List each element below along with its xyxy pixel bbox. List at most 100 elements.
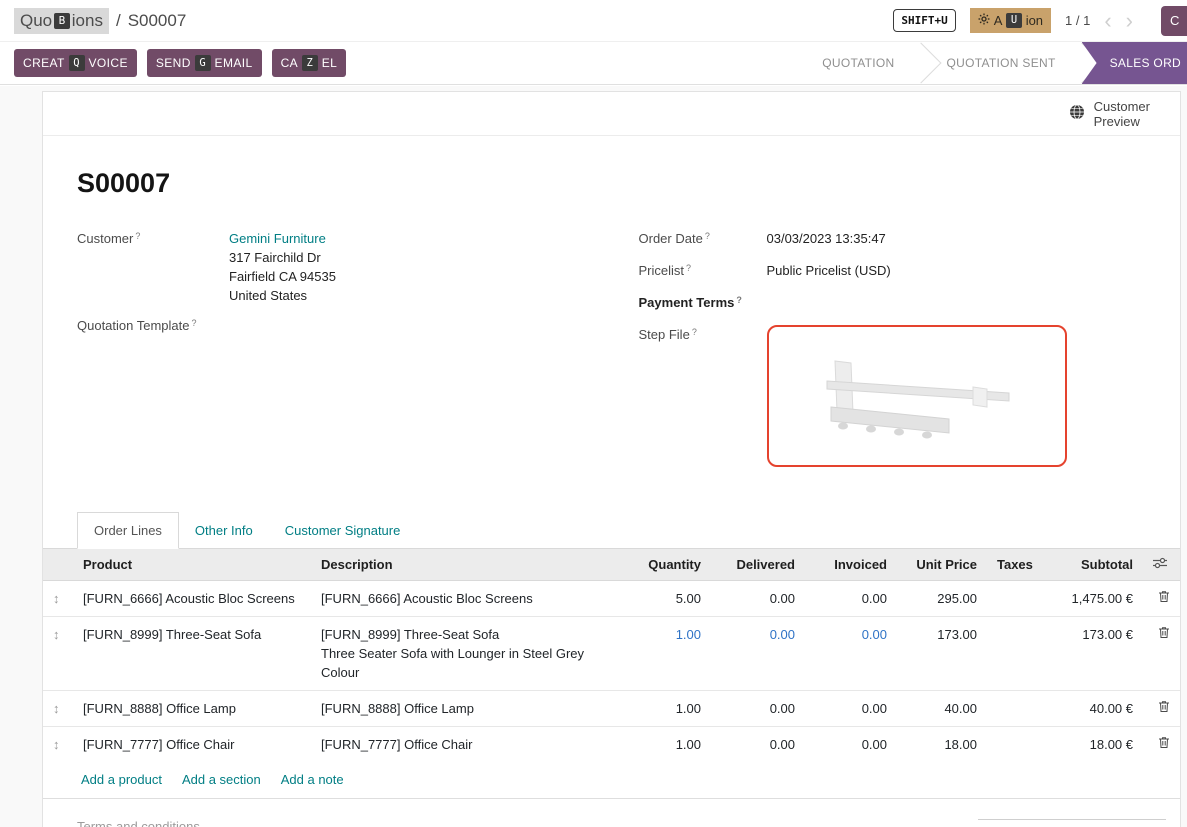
globe-icon bbox=[1069, 104, 1085, 123]
customer-link[interactable]: Gemini Furniture bbox=[229, 229, 336, 248]
cancel-button[interactable]: CA Z EL bbox=[272, 49, 347, 77]
customer-address-line: Fairfield CA 94535 bbox=[229, 267, 336, 286]
payment-terms-label: Payment Terms? bbox=[639, 293, 767, 314]
status-step-quotation[interactable]: QUOTATION bbox=[796, 42, 920, 84]
drag-handle-icon[interactable]: ↕ bbox=[53, 701, 60, 716]
cell-quantity[interactable]: 1.00 bbox=[623, 727, 711, 763]
delete-row-icon[interactable] bbox=[1158, 589, 1170, 608]
header-handle bbox=[43, 549, 73, 581]
fields-right-column: Order Date? 03/03/2023 13:35:47 Pricelis… bbox=[639, 229, 1145, 478]
help-marker: ? bbox=[135, 231, 140, 241]
cell-delivered[interactable]: 0.00 bbox=[711, 581, 805, 617]
breadcrumb-separator: / bbox=[116, 11, 121, 31]
create-invoice-button[interactable]: CREAT Q VOICE bbox=[14, 49, 137, 77]
cell-taxes[interactable] bbox=[987, 691, 1037, 727]
cell-invoiced[interactable]: 0.00 bbox=[805, 617, 897, 691]
customer-field-value: Gemini Furniture 317 Fairchild Dr Fairfi… bbox=[229, 229, 336, 305]
cell-quantity[interactable]: 1.00 bbox=[623, 691, 711, 727]
status-step-sales-order[interactable]: SALES ORD bbox=[1082, 42, 1187, 84]
button-label-part: EL bbox=[322, 56, 337, 70]
order-line-row: ↕ [FURN_8999] Three-Seat Sofa [FURN_8999… bbox=[43, 617, 1180, 691]
step-file-image[interactable] bbox=[767, 325, 1067, 467]
document-title: S00007 bbox=[77, 168, 1144, 199]
customer-preview-button[interactable]: Customer Preview bbox=[1069, 99, 1150, 129]
tab-other-info[interactable]: Other Info bbox=[179, 513, 269, 548]
header-taxes: Taxes bbox=[987, 549, 1037, 581]
cell-quantity[interactable]: 1.00 bbox=[623, 617, 711, 691]
step-file-field-row: Step File? bbox=[639, 325, 1145, 467]
terms-and-conditions-input[interactable]: Terms and conditions... bbox=[77, 819, 211, 827]
order-date-field-row: Order Date? 03/03/2023 13:35:47 bbox=[639, 229, 1145, 250]
cell-quantity[interactable]: 5.00 bbox=[623, 581, 711, 617]
order-line-row: ↕ [FURN_8888] Office Lamp [FURN_8888] Of… bbox=[43, 691, 1180, 727]
customer-field-label: Customer? bbox=[77, 229, 229, 250]
form-buttons: CREAT Q VOICE SEND G EMAIL CA Z EL bbox=[0, 42, 346, 84]
cell-product[interactable]: [FURN_7777] Office Chair bbox=[73, 727, 311, 763]
pricelist-field-row: Pricelist? Public Pricelist (USD) bbox=[639, 261, 1145, 282]
pager-prev-icon[interactable]: ‹ bbox=[1104, 10, 1111, 32]
drag-handle-icon[interactable]: ↕ bbox=[53, 737, 60, 752]
cell-description[interactable]: [FURN_6666] Acoustic Bloc Screens bbox=[311, 581, 623, 617]
action-menu-button[interactable]: A U ion bbox=[970, 8, 1051, 34]
delete-row-icon[interactable] bbox=[1158, 625, 1170, 644]
optional-columns-icon[interactable] bbox=[1153, 557, 1167, 572]
fields-left-column: Customer? Gemini Furniture 317 Fairchild… bbox=[77, 229, 583, 478]
add-a-section-link[interactable]: Add a section bbox=[182, 772, 261, 787]
cell-product[interactable]: [FURN_8888] Office Lamp bbox=[73, 691, 311, 727]
cell-invoiced[interactable]: 0.00 bbox=[805, 691, 897, 727]
cell-product[interactable]: [FURN_8999] Three-Seat Sofa bbox=[73, 617, 311, 691]
button-label-part: SEND bbox=[156, 56, 191, 70]
breadcrumb-current: S00007 bbox=[128, 11, 187, 31]
customer-preview-label: Customer Preview bbox=[1094, 99, 1150, 129]
button-label-part: CA bbox=[281, 56, 298, 70]
cell-delivered[interactable]: 0.00 bbox=[711, 727, 805, 763]
cell-product[interactable]: [FURN_6666] Acoustic Bloc Screens bbox=[73, 581, 311, 617]
cell-invoiced[interactable]: 0.00 bbox=[805, 727, 897, 763]
header-delivered: Delivered bbox=[711, 549, 805, 581]
cell-delivered[interactable]: 0.00 bbox=[711, 617, 805, 691]
status-bar: QUOTATION QUOTATION SENT SALES ORD bbox=[796, 42, 1187, 84]
send-email-button[interactable]: SEND G EMAIL bbox=[147, 49, 262, 77]
cell-unit-price[interactable]: 18.00 bbox=[897, 727, 987, 763]
cell-taxes[interactable] bbox=[987, 727, 1037, 763]
pricelist-value[interactable]: Public Pricelist (USD) bbox=[767, 261, 891, 280]
shortcut-key-badge: G bbox=[195, 55, 211, 71]
cell-unit-price[interactable]: 295.00 bbox=[897, 581, 987, 617]
sheet-toolbar: Customer Preview bbox=[43, 92, 1180, 136]
sheet-bottom-area: Terms and conditions... Total: 1,706.00 … bbox=[43, 799, 1180, 827]
tab-order-lines[interactable]: Order Lines bbox=[77, 512, 179, 549]
pager-next-icon[interactable]: › bbox=[1126, 10, 1133, 32]
gear-icon bbox=[978, 13, 990, 28]
order-line-row: ↕ [FURN_7777] Office Chair [FURN_7777] O… bbox=[43, 727, 1180, 763]
status-step-quotation-sent[interactable]: QUOTATION SENT bbox=[921, 42, 1082, 84]
cell-invoiced[interactable]: 0.00 bbox=[805, 581, 897, 617]
drag-handle-icon[interactable]: ↕ bbox=[53, 591, 60, 606]
help-marker: ? bbox=[705, 231, 710, 241]
cell-taxes[interactable] bbox=[987, 581, 1037, 617]
shortcut-key-badge: Q bbox=[69, 55, 85, 71]
drag-handle-icon[interactable]: ↕ bbox=[53, 627, 60, 642]
add-a-note-link[interactable]: Add a note bbox=[281, 772, 344, 787]
top-bar: Quo B ions / S00007 SHIFT+U A U bbox=[0, 0, 1187, 42]
create-button[interactable]: C bbox=[1161, 6, 1187, 36]
tab-customer-signature[interactable]: Customer Signature bbox=[269, 513, 417, 548]
cell-description[interactable]: [FURN_7777] Office Chair bbox=[311, 727, 623, 763]
cell-unit-price[interactable]: 40.00 bbox=[897, 691, 987, 727]
form-sheet: Customer Preview S00007 Customer? Gemini… bbox=[42, 91, 1181, 827]
cell-delivered[interactable]: 0.00 bbox=[711, 691, 805, 727]
cell-taxes[interactable] bbox=[987, 617, 1037, 691]
cell-description[interactable]: [FURN_8888] Office Lamp bbox=[311, 691, 623, 727]
delete-row-icon[interactable] bbox=[1158, 699, 1170, 718]
total-box: Total: 1,706.00 € bbox=[978, 819, 1166, 827]
breadcrumb-parent-link[interactable]: Quo B ions bbox=[14, 8, 109, 34]
cell-description[interactable]: [FURN_8999] Three-Seat Sofa Three Seater… bbox=[311, 617, 623, 691]
cell-unit-price[interactable]: 173.00 bbox=[897, 617, 987, 691]
pager-value: 1 / 1 bbox=[1065, 13, 1090, 28]
cell-subtotal: 1,475.00 € bbox=[1037, 581, 1143, 617]
help-marker: ? bbox=[686, 263, 691, 273]
delete-row-icon[interactable] bbox=[1158, 735, 1170, 754]
header-product: Product bbox=[73, 549, 311, 581]
action-label-prefix: A bbox=[994, 13, 1003, 28]
order-date-value[interactable]: 03/03/2023 13:35:47 bbox=[767, 229, 886, 248]
add-a-product-link[interactable]: Add a product bbox=[81, 772, 162, 787]
